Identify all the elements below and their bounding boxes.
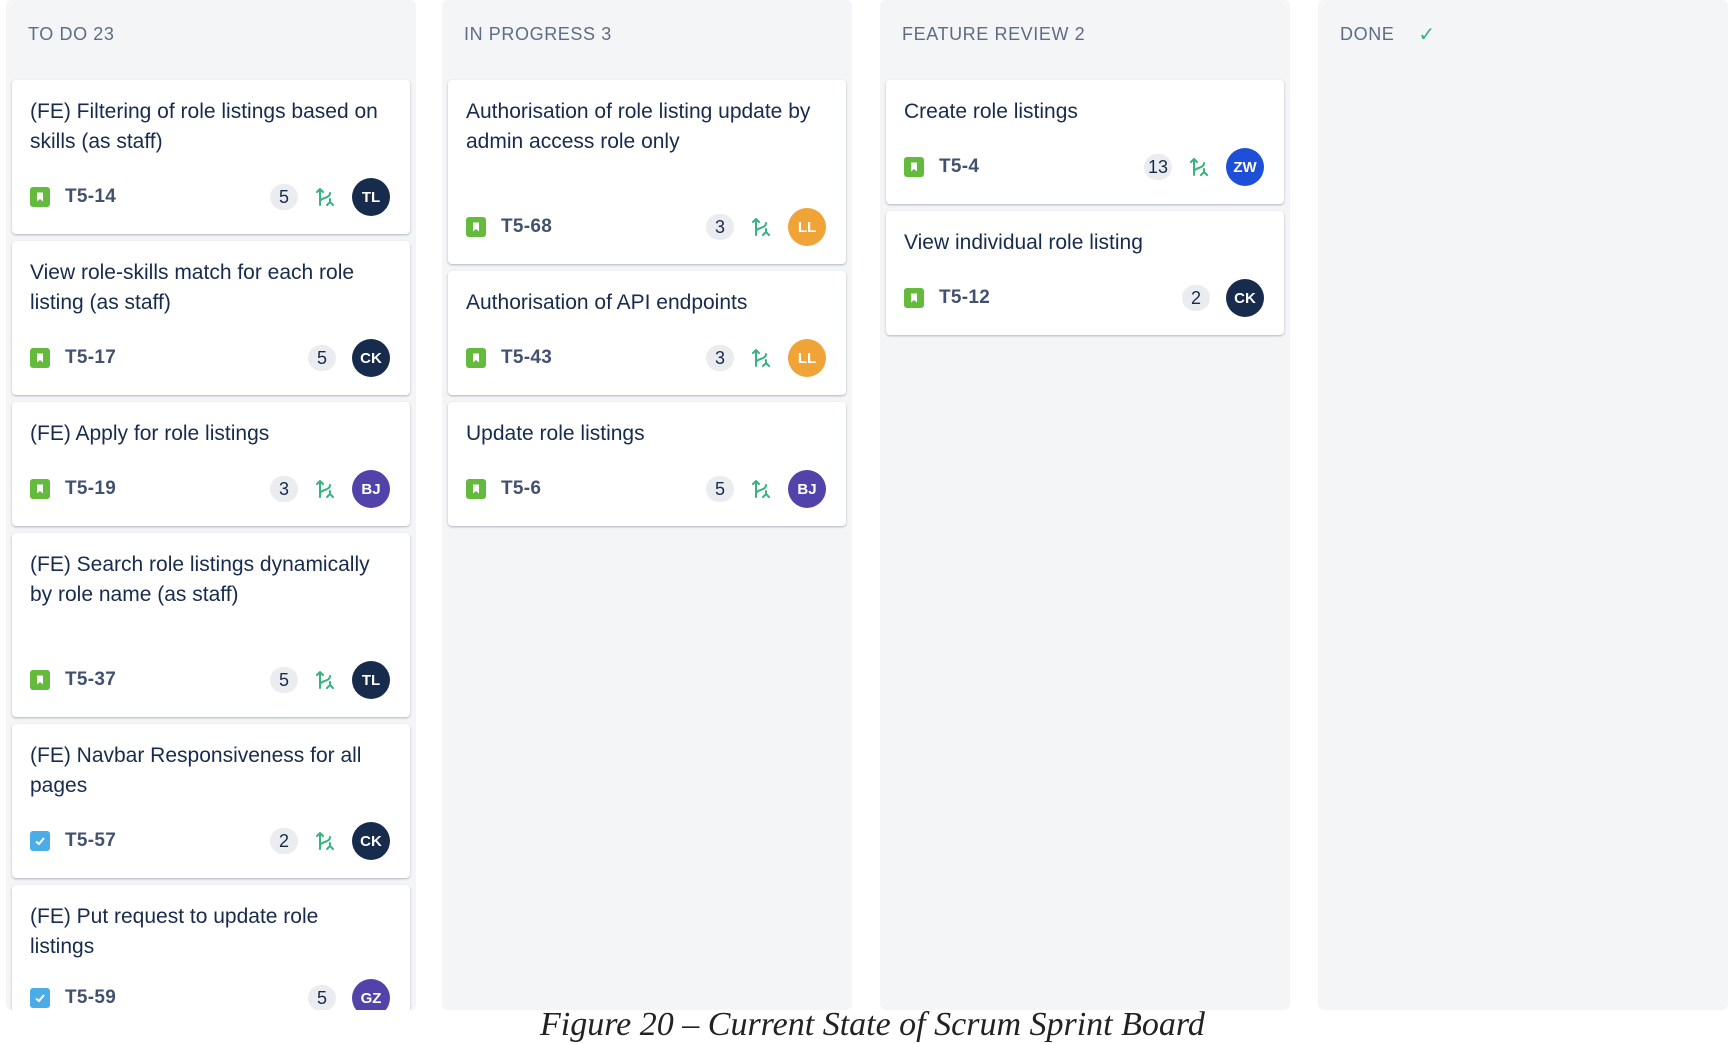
column-title: IN PROGRESS 3 bbox=[464, 24, 612, 44]
column-title: TO DO 23 bbox=[28, 24, 115, 44]
story-points-badge: 3 bbox=[706, 345, 734, 371]
issue-card[interactable]: (FE) Search role listings dynamically by… bbox=[12, 533, 410, 717]
branch-icon bbox=[750, 478, 772, 500]
card-footer: T5-6 5 BJ bbox=[466, 470, 826, 508]
assignee-avatar[interactable]: BJ bbox=[352, 470, 390, 508]
story-icon bbox=[30, 187, 50, 207]
story-points-badge: 13 bbox=[1143, 154, 1172, 180]
story-icon bbox=[466, 217, 486, 237]
checkmark-icon: ✓ bbox=[1418, 23, 1436, 46]
story-icon bbox=[30, 348, 50, 368]
assignee-avatar[interactable]: CK bbox=[352, 339, 390, 377]
task-icon bbox=[30, 831, 50, 851]
issue-card[interactable]: (FE) Put request to update role listings… bbox=[12, 885, 410, 1010]
assignee-avatar[interactable]: TL bbox=[352, 661, 390, 699]
story-icon bbox=[466, 348, 486, 368]
assignee-avatar[interactable]: ZW bbox=[1226, 148, 1264, 186]
issue-title[interactable]: (FE) Put request to update role listings bbox=[30, 902, 380, 962]
assignee-avatar[interactable]: CK bbox=[1226, 279, 1264, 317]
issue-title[interactable]: View individual role listing bbox=[904, 228, 1254, 258]
issue-title[interactable]: Update role listings bbox=[466, 419, 816, 449]
issue-card[interactable]: Authorisation of role listing update by … bbox=[448, 80, 846, 264]
issue-title[interactable]: Create role listings bbox=[904, 97, 1254, 127]
issue-title[interactable]: (FE) Filtering of role listings based on… bbox=[30, 97, 380, 157]
story-points-badge: 5 bbox=[308, 345, 336, 371]
issue-key[interactable]: T5-6 bbox=[501, 478, 541, 500]
issue-card[interactable]: Update role listings T5-6 5 BJ bbox=[448, 402, 846, 526]
assignee-avatar[interactable]: LL bbox=[788, 339, 826, 377]
card-footer: T5-12 2 CK bbox=[904, 279, 1264, 317]
card-footer: T5-43 3 LL bbox=[466, 339, 826, 377]
column-title: FEATURE REVIEW 2 bbox=[902, 24, 1086, 44]
card-footer: T5-59 5 GZ bbox=[30, 979, 390, 1010]
branch-icon bbox=[314, 478, 336, 500]
issue-key[interactable]: T5-14 bbox=[65, 186, 116, 208]
issue-key[interactable]: T5-17 bbox=[65, 347, 116, 369]
assignee-avatar[interactable]: LL bbox=[788, 208, 826, 246]
issue-key[interactable]: T5-12 bbox=[939, 287, 990, 309]
issue-card[interactable]: Create role listings T5-4 13 ZW bbox=[886, 80, 1284, 204]
branch-icon bbox=[314, 669, 336, 691]
board-column: DONE ✓ bbox=[1318, 0, 1728, 1010]
issue-card[interactable]: Authorisation of API endpoints T5-43 3 LL bbox=[448, 271, 846, 395]
card-footer: T5-57 2 CK bbox=[30, 822, 390, 860]
story-points-badge: 5 bbox=[706, 476, 734, 502]
branch-icon bbox=[750, 216, 772, 238]
story-icon bbox=[30, 479, 50, 499]
board-column: FEATURE REVIEW 2 Create role listings T5-4… bbox=[880, 0, 1290, 1010]
card-footer: T5-4 13 ZW bbox=[904, 148, 1264, 186]
issue-title[interactable]: (FE) Apply for role listings bbox=[30, 419, 380, 449]
issue-key[interactable]: T5-59 bbox=[65, 987, 116, 1009]
story-points-badge: 5 bbox=[270, 184, 298, 210]
story-icon bbox=[904, 157, 924, 177]
issue-key[interactable]: T5-4 bbox=[939, 156, 979, 178]
story-points-badge: 2 bbox=[1182, 285, 1210, 311]
assignee-avatar[interactable]: CK bbox=[352, 822, 390, 860]
issue-title[interactable]: (FE) Navbar Responsiveness for all pages bbox=[30, 741, 380, 801]
story-icon bbox=[904, 288, 924, 308]
issue-key[interactable]: T5-19 bbox=[65, 478, 116, 500]
story-points-badge: 5 bbox=[270, 667, 298, 693]
story-points-badge: 3 bbox=[270, 476, 298, 502]
issue-title[interactable]: (FE) Search role listings dynamically by… bbox=[30, 550, 380, 610]
assignee-avatar[interactable]: TL bbox=[352, 178, 390, 216]
story-points-badge: 3 bbox=[706, 214, 734, 240]
branch-icon bbox=[314, 186, 336, 208]
card-footer: T5-14 5 TL bbox=[30, 178, 390, 216]
story-icon bbox=[466, 479, 486, 499]
story-points-badge: 5 bbox=[308, 985, 336, 1010]
issue-key[interactable]: T5-68 bbox=[501, 216, 552, 238]
issue-key[interactable]: T5-57 bbox=[65, 830, 116, 852]
branch-icon bbox=[314, 830, 336, 852]
issue-title[interactable]: View role-skills match for each role lis… bbox=[30, 258, 380, 318]
column-title: DONE bbox=[1340, 24, 1395, 44]
issue-card[interactable]: (FE) Apply for role listings T5-19 3 BJ bbox=[12, 402, 410, 526]
card-footer: T5-19 3 BJ bbox=[30, 470, 390, 508]
column-header: TO DO 23 bbox=[28, 24, 115, 45]
branch-icon bbox=[1188, 156, 1210, 178]
assignee-avatar[interactable]: BJ bbox=[788, 470, 826, 508]
card-footer: T5-37 5 TL bbox=[30, 661, 390, 699]
card-footer: T5-68 3 LL bbox=[466, 208, 826, 246]
branch-icon bbox=[750, 347, 772, 369]
issue-card[interactable]: (FE) Filtering of role listings based on… bbox=[12, 80, 410, 234]
issue-title[interactable]: Authorisation of role listing update by … bbox=[466, 97, 816, 157]
issue-key[interactable]: T5-37 bbox=[65, 669, 116, 691]
card-footer: T5-17 5 CK bbox=[30, 339, 390, 377]
board-column: TO DO 23 (FE) Filtering of role listings … bbox=[6, 0, 416, 1010]
task-icon bbox=[30, 988, 50, 1008]
story-points-badge: 2 bbox=[270, 828, 298, 854]
issue-title[interactable]: Authorisation of API endpoints bbox=[466, 288, 816, 318]
assignee-avatar[interactable]: GZ bbox=[352, 979, 390, 1010]
column-header: DONE ✓ bbox=[1340, 24, 1436, 45]
issue-card[interactable]: View role-skills match for each role lis… bbox=[12, 241, 410, 395]
issue-card[interactable]: View individual role listing T5-12 2 CK bbox=[886, 211, 1284, 335]
column-header: IN PROGRESS 3 bbox=[464, 24, 612, 45]
issue-card[interactable]: (FE) Navbar Responsiveness for all pages… bbox=[12, 724, 410, 878]
story-icon bbox=[30, 670, 50, 690]
issue-key[interactable]: T5-43 bbox=[501, 347, 552, 369]
board-column: IN PROGRESS 3 Authorisation of role listi… bbox=[442, 0, 852, 1010]
figure-caption: Figure 20 – Current State of Scrum Sprin… bbox=[540, 1006, 1205, 1043]
column-header: FEATURE REVIEW 2 bbox=[902, 24, 1085, 45]
